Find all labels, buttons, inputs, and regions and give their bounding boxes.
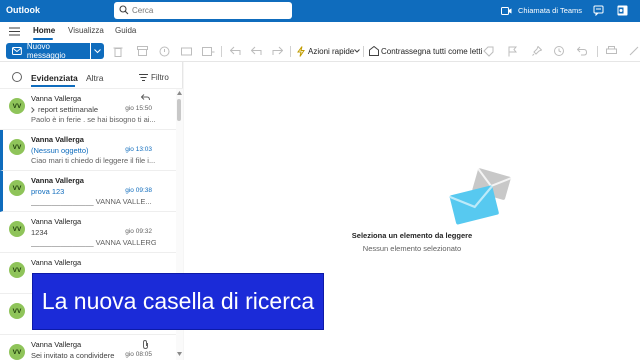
teams-call-label: Chiamata di Teams: [518, 6, 583, 15]
search-icon: [119, 5, 129, 15]
ribbon-tabs: Home Visualizza Guida: [0, 22, 640, 41]
tab-home-indicator: [33, 38, 53, 40]
avatar: VV: [9, 139, 25, 155]
avatar: VV: [9, 303, 25, 319]
select-all-checkbox[interactable]: [12, 72, 22, 82]
mail-read-icon[interactable]: [369, 46, 379, 56]
sender-name: Vanna Vallerga: [31, 176, 84, 185]
reply-all-icon[interactable]: [251, 46, 262, 56]
avatar: VV: [9, 180, 25, 196]
pin-icon[interactable]: [532, 46, 542, 56]
message-preview: Ciao mari ti chiedo di leggere il file i…: [31, 156, 156, 165]
message-date: gio 13:03: [125, 146, 152, 153]
message-date: gio 09:38: [125, 187, 152, 194]
toolbar-divider: [597, 46, 598, 57]
avatar: VV: [9, 262, 25, 278]
toolbar-divider: [221, 46, 222, 57]
list-item[interactable]: VV Vanna Vallerga (Nessun oggetto) gio 1…: [0, 130, 176, 171]
chevron-right-icon: [31, 107, 35, 113]
search-input[interactable]: [132, 4, 287, 17]
teams-call-button[interactable]: Chiamata di Teams: [501, 6, 582, 15]
lightning-icon[interactable]: [297, 46, 305, 57]
list-item[interactable]: VV Vanna Vallerga report settimanale gio…: [0, 89, 176, 130]
list-item[interactable]: VV Vanna Vallerga 1234 gio 09:32 _______…: [0, 212, 176, 253]
new-message-label: Nuovo messaggio: [26, 42, 66, 60]
message-date: gio 09:32: [125, 228, 152, 235]
toolbar-divider: [363, 46, 364, 57]
avatar: VV: [9, 344, 25, 360]
message-subject: prova 123: [31, 187, 65, 196]
message-subject: (Nessun oggetto): [31, 146, 89, 155]
undo-icon[interactable]: [577, 46, 587, 56]
forward-icon[interactable]: [272, 46, 283, 56]
reply-icon[interactable]: [230, 46, 241, 56]
tab-focused[interactable]: Evidenziata: [31, 73, 78, 83]
filter-label: Filtro: [151, 73, 169, 82]
feedback-icon[interactable]: [593, 5, 604, 16]
tab-other[interactable]: Altra: [86, 73, 103, 83]
top-bar: Outlook Chiamata di Teams: [0, 0, 640, 22]
message-preview: _______________ VANNA VALLERG...: [31, 238, 156, 247]
message-preview: Paolo è in ferie . se hai bisogno ti ai.…: [31, 115, 156, 124]
tab-focused-indicator: [31, 85, 75, 87]
avatar: VV: [9, 98, 25, 114]
report-icon[interactable]: [159, 46, 170, 57]
tab-home[interactable]: Home: [33, 26, 55, 35]
teams-call-icon: [501, 6, 512, 15]
new-message-button[interactable]: Nuovo messaggio: [6, 42, 90, 60]
message-subject: report settimanale: [38, 105, 99, 114]
empty-state-subtitle: Nessun elemento selezionato: [362, 244, 462, 253]
chevron-down-icon: [354, 49, 360, 53]
list-item[interactable]: VV Vanna Vallerga prova 123 gio 09:38 __…: [0, 171, 176, 212]
mail-icon: [12, 47, 22, 55]
message-subject: 1234: [31, 228, 48, 237]
sender-name: Vanna Vallerga: [31, 217, 82, 226]
video-caption: La nuova casella di ricerca: [32, 273, 324, 330]
toolbar-divider: [290, 46, 291, 57]
list-item[interactable]: VV Vanna Vallerga Sei invitato a condivi…: [0, 335, 176, 360]
sweep-icon[interactable]: [181, 46, 192, 57]
menu-icon[interactable]: [9, 27, 20, 36]
reply-icon: [141, 94, 150, 101]
sender-name: Vanna Vallerga: [31, 258, 82, 267]
sender-name: Vanna Vallerga: [31, 135, 84, 144]
archive-icon[interactable]: [137, 46, 148, 56]
chevron-down-icon: [94, 49, 101, 54]
filter-button[interactable]: Filtro: [139, 73, 169, 82]
filter-icon: [139, 74, 148, 81]
message-subject: Sei invitato a condividere: [31, 351, 115, 360]
empty-state-title: Seleziona un elemento da leggere: [351, 231, 473, 240]
delete-icon[interactable]: [113, 46, 123, 57]
scrollbar-thumb[interactable]: [177, 99, 181, 121]
search-box[interactable]: [114, 2, 292, 19]
sender-name: Vanna Vallerga: [31, 340, 82, 349]
more-options-icon[interactable]: [629, 46, 639, 56]
print-icon[interactable]: [606, 46, 617, 56]
envelopes-illustration-icon: [449, 168, 512, 225]
tab-help[interactable]: Guida: [115, 26, 136, 35]
message-date: gio 15:50: [125, 105, 152, 112]
flag-icon[interactable]: [508, 46, 517, 57]
tab-view[interactable]: Visualizza: [68, 26, 104, 35]
new-message-dropdown[interactable]: [91, 43, 104, 59]
scroll-down-icon[interactable]: [177, 352, 182, 356]
inbox-tabs: Evidenziata Altra Filtro: [0, 62, 183, 89]
message-preview: _______________ VANNA VALLE...: [31, 197, 152, 206]
toolbar: Nuovo messaggio Azioni rapide Contrasseg…: [0, 41, 640, 62]
snooze-icon[interactable]: [554, 46, 564, 56]
app-title[interactable]: Outlook: [6, 5, 40, 15]
mark-all-read-button[interactable]: Contrassegna tutti come letti: [381, 47, 482, 56]
message-date: gio 08:05: [125, 351, 152, 358]
avatar: VV: [9, 221, 25, 237]
quick-actions-button[interactable]: Azioni rapide: [308, 47, 354, 56]
move-icon[interactable]: [202, 46, 215, 57]
attachment-icon: [143, 340, 148, 349]
outlook-icon[interactable]: [617, 5, 628, 16]
tag-icon[interactable]: [483, 46, 494, 57]
scroll-up-icon[interactable]: [177, 91, 182, 95]
sender-name: Vanna Vallerga: [31, 94, 82, 103]
